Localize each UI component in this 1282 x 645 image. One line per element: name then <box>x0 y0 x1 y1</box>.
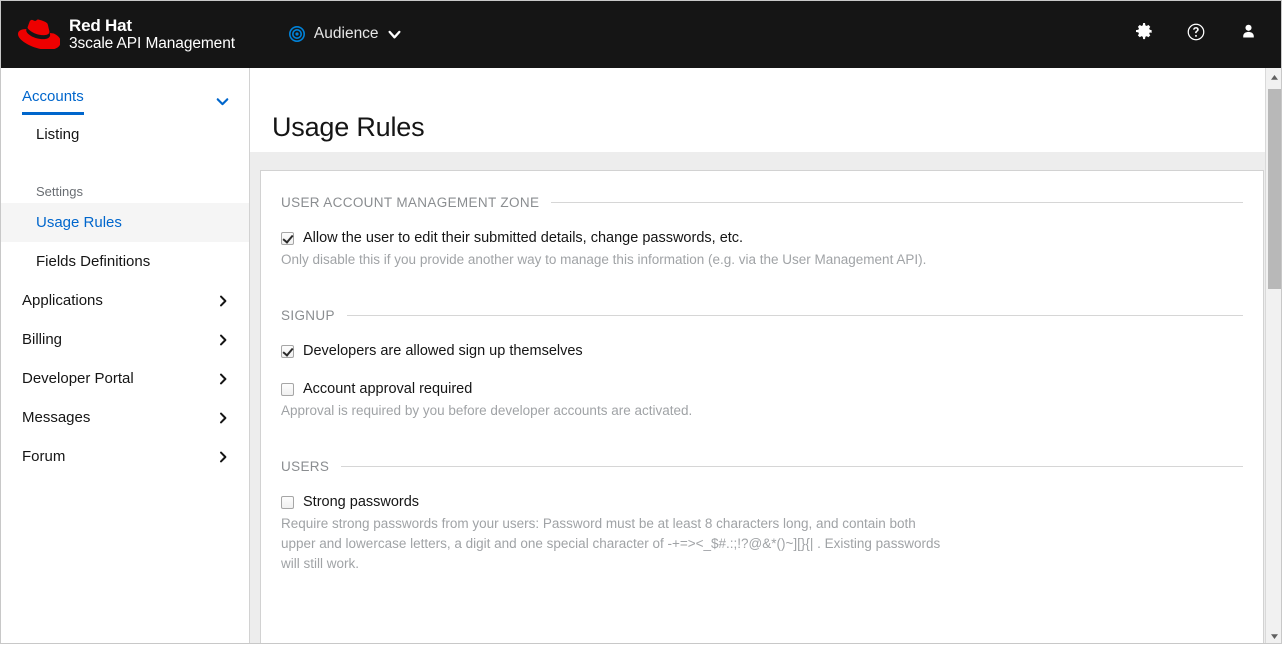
sidebar-item-label: Forum <box>22 448 65 465</box>
usage-rules-card: USER ACCOUNT MANAGEMENT ZONE Allow the u… <box>260 170 1264 644</box>
chevron-right-icon <box>217 334 229 346</box>
sidebar-spacer <box>0 154 249 170</box>
main-content: Usage Rules USER ACCOUNT MANAGEMENT ZONE… <box>250 68 1282 644</box>
help-button[interactable] <box>1170 0 1222 68</box>
question-circle-icon <box>1187 23 1205 46</box>
brand-text: Red Hat 3scale API Management <box>69 16 235 52</box>
checkbox-row-account-approval[interactable]: Account approval required <box>281 379 1243 399</box>
sidebar-section-accounts[interactable]: Accounts <box>0 82 249 115</box>
context-switcher-audience[interactable]: Audience <box>289 0 401 68</box>
help-text-strong-passwords: Require strong passwords from your users… <box>281 514 951 574</box>
user-menu-button[interactable] <box>1222 0 1274 68</box>
chevron-down-icon <box>216 95 229 108</box>
checkbox-strong-passwords[interactable] <box>281 496 294 509</box>
scroll-down-button[interactable] <box>1266 627 1282 644</box>
brand-line-2: 3scale API Management <box>69 35 235 52</box>
sidebar: Accounts Listing Settings Usage Rules Fi… <box>0 68 250 644</box>
sidebar-subheader-settings: Settings <box>0 170 249 203</box>
checkbox-label[interactable]: Account approval required <box>303 379 472 399</box>
sidebar-item-label: Applications <box>22 292 103 309</box>
checkbox-account-approval-required[interactable] <box>281 383 294 396</box>
fieldset-users: USERS Strong passwords Require strong pa… <box>281 459 1243 574</box>
sidebar-item-messages[interactable]: Messages <box>0 398 249 437</box>
brand-logo[interactable]: Red Hat 3scale API Management <box>18 0 235 68</box>
checkbox-developers-signup[interactable] <box>281 345 294 358</box>
fieldset-legend-row: USER ACCOUNT MANAGEMENT ZONE <box>281 195 1243 210</box>
checkbox-row-developers-signup[interactable]: Developers are allowed sign up themselve… <box>281 341 1243 361</box>
fieldset-legend: USER ACCOUNT MANAGEMENT ZONE <box>281 195 551 210</box>
fieldset-legend-row: SIGNUP <box>281 308 1243 323</box>
checkbox-label[interactable]: Allow the user to edit their submitted d… <box>303 228 743 248</box>
redhat-hat-logo-icon <box>18 19 60 49</box>
scrollbar-thumb[interactable] <box>1268 89 1281 289</box>
scroll-down-arrow-icon <box>1270 627 1279 645</box>
fieldset-legend: USERS <box>281 459 341 474</box>
scroll-up-arrow-icon <box>1270 68 1279 86</box>
chevron-right-icon <box>217 373 229 385</box>
sidebar-item-label: Usage Rules <box>36 214 122 231</box>
bullseye-icon <box>289 26 305 42</box>
fieldset-legend-row: USERS <box>281 459 1243 474</box>
legend-divider <box>347 315 1243 316</box>
context-switcher-label: Audience <box>314 25 379 43</box>
sidebar-item-forum[interactable]: Forum <box>0 437 249 476</box>
masthead: Red Hat 3scale API Management Audience <box>0 0 1282 68</box>
settings-button[interactable] <box>1118 0 1170 68</box>
chevron-right-icon <box>217 295 229 307</box>
sidebar-item-label: Billing <box>22 331 62 348</box>
legend-divider <box>551 202 1243 203</box>
checkbox-label[interactable]: Developers are allowed sign up themselve… <box>303 341 583 361</box>
checkbox-gap <box>281 361 1243 375</box>
legend-divider <box>341 466 1243 467</box>
section-gap <box>281 423 1243 449</box>
help-text-allow-user-edit: Only disable this if you provide another… <box>281 250 951 270</box>
sidebar-item-label: Messages <box>22 409 90 426</box>
masthead-actions <box>1118 0 1274 68</box>
checkbox-label[interactable]: Strong passwords <box>303 492 419 512</box>
caret-down-icon <box>388 28 401 41</box>
fieldset-signup: SIGNUP Developers are allowed sign up th… <box>281 308 1243 421</box>
scroll-up-button[interactable] <box>1266 68 1282 85</box>
sidebar-item-label: Listing <box>36 126 79 143</box>
checkbox-row-allow-user-edit[interactable]: Allow the user to edit their submitted d… <box>281 228 1243 248</box>
section-gap <box>281 272 1243 298</box>
chevron-right-icon <box>217 451 229 463</box>
sidebar-item-billing[interactable]: Billing <box>0 320 249 359</box>
checkbox-allow-user-edit[interactable] <box>281 232 294 245</box>
sidebar-item-fields-definitions[interactable]: Fields Definitions <box>0 242 249 281</box>
sidebar-item-applications[interactable]: Applications <box>0 281 249 320</box>
content-body: USER ACCOUNT MANAGEMENT ZONE Allow the u… <box>250 152 1282 644</box>
vertical-scrollbar[interactable] <box>1265 68 1282 644</box>
gear-icon <box>1136 23 1153 45</box>
sidebar-item-listing[interactable]: Listing <box>0 115 249 154</box>
page-layout: Accounts Listing Settings Usage Rules Fi… <box>0 68 1282 644</box>
sidebar-item-developer-portal[interactable]: Developer Portal <box>0 359 249 398</box>
chevron-right-icon <box>217 412 229 424</box>
sidebar-item-label: Developer Portal <box>22 370 134 387</box>
fieldset-user-account-management-zone: USER ACCOUNT MANAGEMENT ZONE Allow the u… <box>281 195 1243 270</box>
sidebar-section-title: Accounts <box>22 88 84 115</box>
help-text-account-approval: Approval is required by you before devel… <box>281 401 951 421</box>
page-title: Usage Rules <box>250 86 1282 143</box>
brand-line-1: Red Hat <box>69 16 235 35</box>
user-icon <box>1240 23 1257 45</box>
fieldset-legend: SIGNUP <box>281 308 347 323</box>
sidebar-item-usage-rules[interactable]: Usage Rules <box>0 203 249 242</box>
sidebar-item-label: Fields Definitions <box>36 253 150 270</box>
checkbox-row-strong-passwords[interactable]: Strong passwords <box>281 492 1243 512</box>
